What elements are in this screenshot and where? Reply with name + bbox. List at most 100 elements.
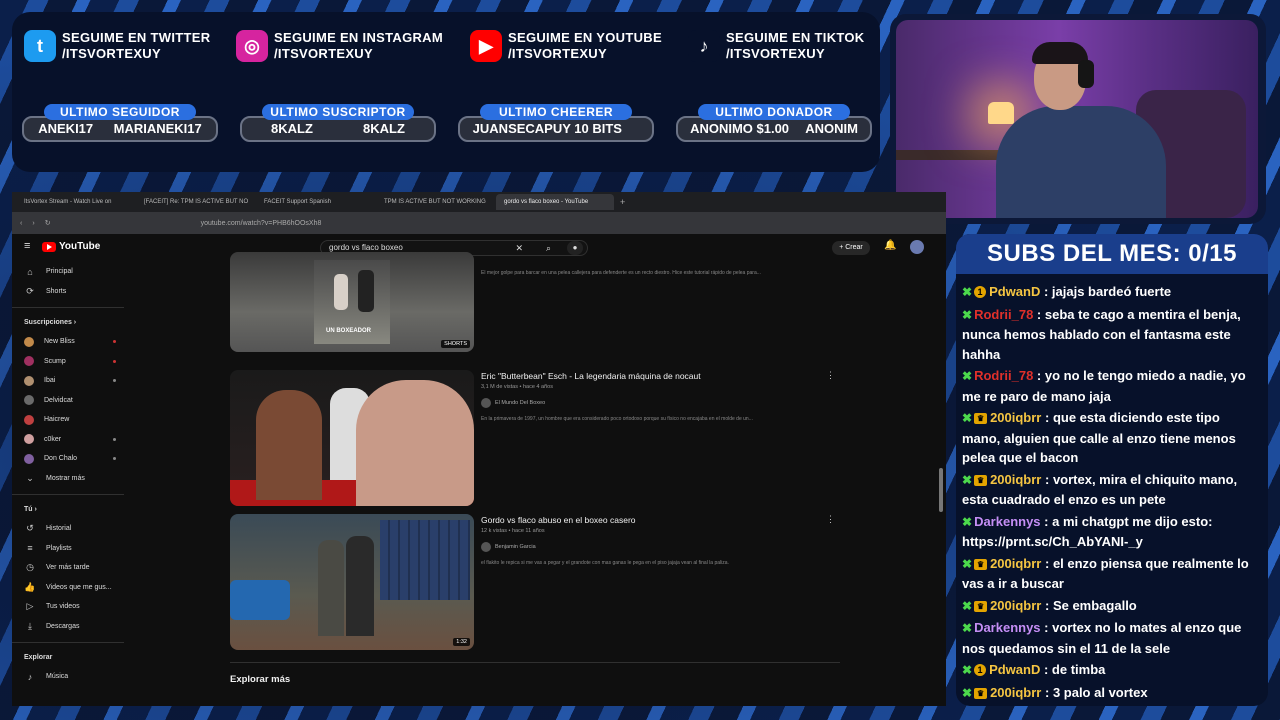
chat-message: ✖ ♛ 200iqbrr : que esta diciendo este tipo… [962, 410, 1236, 465]
reload-icon[interactable]: ↻ [45, 219, 51, 227]
sidebar-item[interactable]: c0ker [12, 430, 130, 450]
chat-message: ✖ 1 PdwanD : de timba [962, 662, 1106, 677]
chat-username[interactable]: 200iqbrr [990, 598, 1041, 613]
channel-avatar [24, 434, 34, 445]
sidebar-item[interactable]: ♪ Música [12, 667, 130, 687]
social-link: ◎ SEGUIME EN INSTAGRAM/ITSVORTEXUY [236, 30, 443, 62]
channel-link[interactable]: Benjamin Garcia [481, 542, 811, 552]
video-thumbnail[interactable] [230, 370, 474, 506]
bell-icon[interactable]: 🔔 [884, 240, 896, 251]
live-indicator [113, 457, 116, 461]
browser-tab[interactable]: TPM IS ACTIVE BUT NOT WORKING [376, 194, 494, 210]
sidebar-item[interactable]: Ibai [12, 371, 130, 391]
stat-label: ULTIMO DONADOR [698, 104, 850, 120]
live-indicator [113, 340, 116, 344]
more-options-icon[interactable]: ⋮ [826, 514, 835, 525]
sidebar-item[interactable]: ↺ Historial [12, 519, 130, 539]
chat-text: de timba [1051, 662, 1106, 677]
chat-panel: SUBS DEL MES: 0/15 ✖ 1 PdwanD : jajajs bar… [956, 234, 1268, 706]
avatar[interactable] [910, 240, 924, 254]
browser-tab[interactable]: [FACEIT] Re: TPM IS ACTIVE BUT NO [136, 194, 254, 210]
channel-avatar [24, 414, 34, 425]
browser-tab[interactable]: ItsVortex Stream - Watch Live on [16, 194, 134, 210]
tab-bar: ItsVortex Stream - Watch Live on [FACEIT]… [12, 192, 946, 212]
your-videos-icon: ▷ [26, 601, 34, 612]
scrollbar[interactable] [938, 262, 944, 706]
sword-badge-icon: ✖ [962, 472, 973, 487]
forward-icon[interactable]: › [32, 220, 34, 227]
sword-badge-icon: ✖ [962, 411, 973, 425]
youtube-sidebar: ⌂ Principal ⟳ Shorts Suscripciones › New Blis… [12, 262, 130, 706]
sidebar-item[interactable]: Don Chalo [12, 449, 130, 469]
watch-later-icon: ◷ [26, 562, 34, 573]
stat-box: ULTIMO CHEERER JUANSECAPUY 10 BITS [458, 104, 654, 142]
subscriptions-header[interactable]: Suscripciones › [12, 314, 130, 332]
playlists-icon: ≡ [27, 543, 33, 554]
chat-username[interactable]: 200iqbrr [990, 685, 1041, 700]
music-icon: ♪ [27, 671, 33, 682]
chat-text: jajajs bardeó fuerte [1051, 284, 1172, 299]
url-text[interactable]: youtube.com/watch?v=PHB6hOOsXh8 [201, 220, 322, 227]
chat-username[interactable]: Rodrii_78 [974, 368, 1033, 383]
video-title[interactable]: Eric "Butterbean" Esch - La legendaria m… [481, 370, 811, 382]
sidebar-item[interactable]: Haicrew [12, 410, 130, 430]
chat-username[interactable]: Darkennys [974, 514, 1040, 529]
address-bar[interactable]: ‹ › ↻ youtube.com/watch?v=PHB6hOOsXh8 [12, 212, 946, 234]
stat-box: ULTIMO DONADOR ANONIMO $1.00 ANONIM [676, 104, 872, 142]
chat-text: Se embagallo [1052, 597, 1137, 613]
history-icon: ↺ [26, 523, 34, 534]
chat-messages: ✖ 1 PdwanD : jajajs bardeó fuerte ✖ Rodrii_7… [956, 274, 1268, 703]
sidebar-item[interactable]: ⟳ Shorts [12, 282, 130, 302]
browser-tab[interactable]: gordo vs flaco boxeo - YouTube [496, 194, 614, 210]
chat-username[interactable]: 200iqbrr [990, 472, 1041, 487]
channel-avatar [24, 375, 34, 386]
you-header[interactable]: Tú › [12, 501, 130, 519]
video-result[interactable]: UN BOXEADOR SHORTS El mejor golpe para b… [230, 252, 840, 360]
show-more-button[interactable]: ⌄ Mostrar más [12, 469, 130, 489]
chat-username[interactable]: Rodrii_78 [974, 307, 1033, 322]
menu-icon[interactable]: ≡ [24, 240, 30, 252]
back-icon[interactable]: ‹ [20, 220, 22, 227]
live-indicator [113, 437, 116, 441]
chat-username[interactable]: 200iqbrr [990, 556, 1041, 571]
browser-window: ItsVortex Stream - Watch Live on [FACEIT]… [12, 192, 946, 706]
sidebar-item[interactable]: Delvidcat [12, 391, 130, 411]
chat-message: ✖ Darkennys : vortex no lo mates al enzo … [962, 620, 1242, 656]
subscriber-badge-icon: 1 [974, 664, 987, 676]
chat-message: ✖ ♛ 200iqbrr : 3 palo al vortex [962, 684, 1148, 700]
sidebar-item[interactable]: ≡ Playlists [12, 539, 130, 559]
chat-username[interactable]: PdwanD [989, 662, 1040, 677]
channel-avatar [24, 395, 34, 406]
chat-username[interactable]: Darkennys [974, 620, 1040, 635]
youtube-logo[interactable]: YouTube [42, 241, 100, 252]
video-result[interactable]: 1:32 Gordo vs flaco abuso en el boxeo ca… [230, 514, 840, 652]
sword-badge-icon: ✖ [962, 685, 973, 700]
new-tab-icon[interactable]: + [616, 197, 625, 207]
youtube-play-icon [42, 241, 56, 252]
webcam-feed [896, 20, 1258, 218]
video-result[interactable]: Eric "Butterbean" Esch - La legendaria m… [230, 370, 840, 508]
sidebar-item[interactable]: Scump [12, 352, 130, 372]
video-thumbnail[interactable]: 1:32 [230, 514, 474, 650]
sidebar-item[interactable]: New Bliss [12, 332, 130, 352]
sidebar-item[interactable]: ⤓ Descargas [12, 617, 130, 637]
channel-avatar [24, 453, 34, 464]
sidebar-item[interactable]: ◷ Ver más tarde [12, 558, 130, 578]
browser-tab[interactable]: FACEIT Support Spanish [256, 194, 374, 210]
more-options-icon[interactable]: ⋮ [826, 370, 835, 381]
chat-username[interactable]: PdwanD [989, 284, 1040, 299]
sidebar-item[interactable]: ▷ Tus videos [12, 597, 130, 617]
video-title[interactable]: Gordo vs flaco abuso en el boxeo casero [481, 514, 811, 526]
duration-badge: 1:32 [453, 638, 470, 646]
sidebar-item[interactable]: ⌂ Principal [12, 262, 130, 282]
instagram-icon: ◎ [236, 30, 268, 62]
video-thumbnail[interactable]: UN BOXEADOR SHORTS [230, 252, 474, 352]
lamp-light [988, 102, 1014, 124]
chat-message: ✖ 1 PdwanD : jajajs bardeó fuerte [962, 284, 1172, 299]
live-indicator [113, 359, 116, 363]
sidebar-item[interactable]: 👍 Videos que me gus... [12, 578, 130, 598]
crown-badge-icon: ♛ [974, 413, 988, 424]
stat-box: ULTIMO SUSCRIPTOR 8KALZ 8KALZ [240, 104, 436, 142]
chat-username[interactable]: 200iqbrr [990, 410, 1041, 425]
channel-link[interactable]: El Mundo Del Boxeo [481, 398, 811, 408]
